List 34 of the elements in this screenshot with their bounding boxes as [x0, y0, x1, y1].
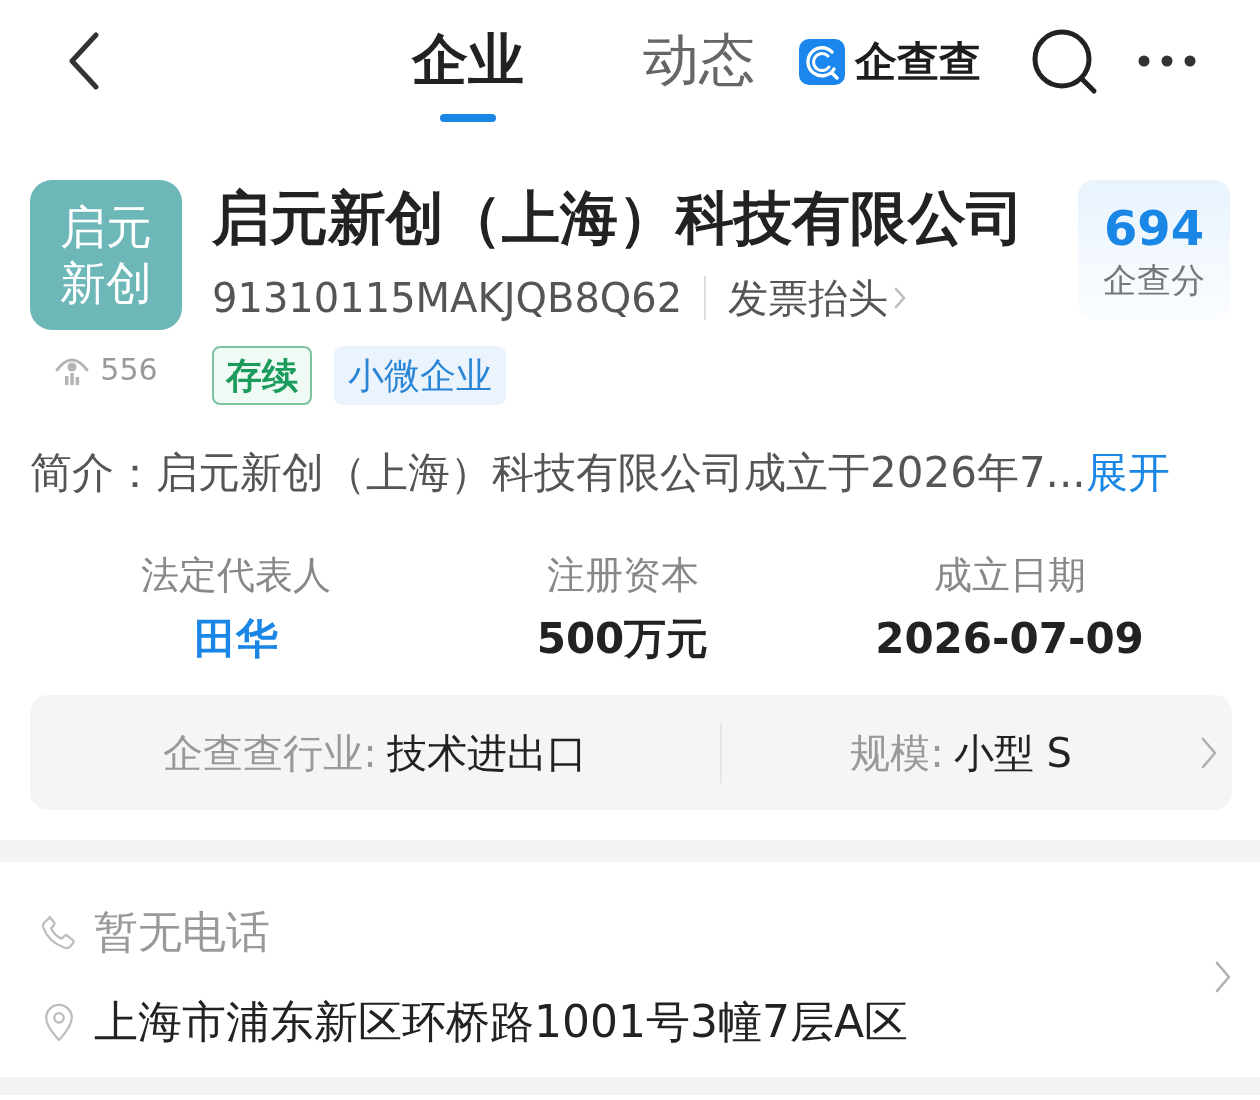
- industry-value: 小型 S: [953, 728, 1072, 778]
- score-value: 694: [1103, 199, 1205, 258]
- chevron-icon: [1200, 735, 1218, 770]
- search-icon[interactable]: [1031, 28, 1099, 96]
- chevron-icon: [894, 287, 907, 309]
- legal-representative-link[interactable]: 田华: [193, 609, 278, 669]
- score-card[interactable]: 694 企查分: [1078, 180, 1230, 320]
- fact-value: 2026-07-09: [875, 613, 1144, 665]
- company-name: 启元新创（上海）科技有限公司: [212, 183, 1025, 254]
- brand-logo-icon: [799, 39, 845, 85]
- back-icon[interactable]: [68, 32, 100, 90]
- fact-label: 法定代表人: [140, 552, 331, 599]
- view-count: 556: [100, 351, 158, 389]
- invoice-title-link[interactable]: 发票抬头: [728, 270, 907, 326]
- more-icon[interactable]: [1137, 54, 1197, 68]
- phone-text: 暂无电话: [94, 905, 270, 959]
- score-label: 企查分: [1103, 259, 1205, 302]
- company-logo: 启元新创: [30, 180, 182, 330]
- expand-link[interactable]: 展开: [1085, 445, 1170, 501]
- tab[interactable]: 企业: [412, 0, 524, 122]
- industry-value: 技术进出口: [386, 728, 587, 778]
- company-size-tag: 小微企业: [334, 346, 506, 405]
- status-tag: 存续: [212, 346, 312, 405]
- intro-text: 简介：启元新创（上海）科技有限公司成立于2026年7...: [30, 447, 1086, 499]
- brand-name: 企查查: [855, 38, 981, 86]
- industry-card[interactable]: 企查查行业: 技术进出口 规模: 小型 S: [30, 695, 1232, 810]
- credit-code: 91310115MAKJQB8Q62: [212, 275, 683, 321]
- tab[interactable]: 动态: [643, 0, 755, 122]
- address-text: 上海市浦东新区环桥路1001号3幢7层A区: [94, 995, 909, 1049]
- fact-label: 注册资本: [546, 552, 699, 599]
- industry-label: 企查查行业:: [163, 728, 377, 778]
- fact-label: 成立日期: [933, 552, 1086, 599]
- industry-label: 规模:: [850, 728, 944, 778]
- fact-value: 500万元: [536, 613, 709, 665]
